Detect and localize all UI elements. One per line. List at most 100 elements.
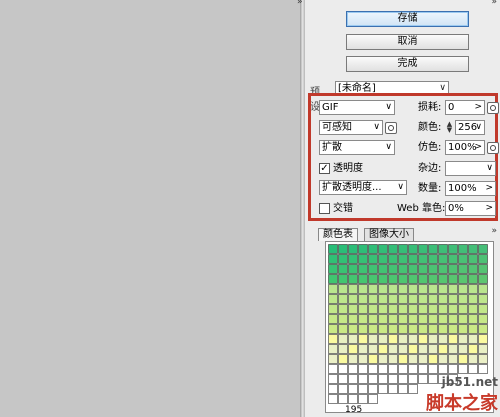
- color-swatch[interactable]: [348, 294, 358, 304]
- color-swatch[interactable]: [388, 374, 398, 384]
- color-swatch[interactable]: [388, 384, 398, 394]
- color-swatch[interactable]: [398, 374, 408, 384]
- lossy-field[interactable]: 0 >: [445, 100, 485, 115]
- color-swatch[interactable]: [338, 304, 348, 314]
- color-swatch[interactable]: [468, 294, 478, 304]
- color-swatch[interactable]: [438, 244, 448, 254]
- color-swatch[interactable]: [378, 374, 388, 384]
- color-swatch[interactable]: [478, 284, 488, 294]
- color-swatch[interactable]: [368, 254, 378, 264]
- color-swatch[interactable]: [338, 324, 348, 334]
- color-swatch[interactable]: [458, 344, 468, 354]
- color-swatch[interactable]: [398, 284, 408, 294]
- color-swatch[interactable]: [348, 284, 358, 294]
- color-swatch[interactable]: [338, 244, 348, 254]
- color-swatch[interactable]: [478, 264, 488, 274]
- color-swatch[interactable]: [448, 284, 458, 294]
- color-swatch[interactable]: [438, 314, 448, 324]
- color-swatch[interactable]: [398, 364, 408, 374]
- color-swatch[interactable]: [428, 344, 438, 354]
- color-swatch[interactable]: [398, 354, 408, 364]
- color-swatch[interactable]: [468, 354, 478, 364]
- color-swatch[interactable]: [418, 314, 428, 324]
- color-swatch[interactable]: [338, 274, 348, 284]
- color-swatch[interactable]: [478, 254, 488, 264]
- color-swatch[interactable]: [438, 274, 448, 284]
- color-swatch[interactable]: [328, 274, 338, 284]
- color-swatch[interactable]: [348, 354, 358, 364]
- color-swatch[interactable]: [378, 304, 388, 314]
- color-swatch[interactable]: [478, 324, 488, 334]
- color-swatch[interactable]: [358, 284, 368, 294]
- color-swatch[interactable]: [358, 364, 368, 374]
- color-swatch[interactable]: [458, 254, 468, 264]
- color-swatch[interactable]: [388, 324, 398, 334]
- color-swatch[interactable]: [378, 254, 388, 264]
- color-swatch[interactable]: [378, 274, 388, 284]
- color-swatch[interactable]: [388, 344, 398, 354]
- color-swatch[interactable]: [458, 264, 468, 274]
- color-swatch[interactable]: [428, 254, 438, 264]
- color-swatch[interactable]: [378, 334, 388, 344]
- color-swatch[interactable]: [458, 324, 468, 334]
- color-swatch[interactable]: [358, 264, 368, 274]
- done-button[interactable]: 完成: [346, 56, 469, 72]
- color-swatch[interactable]: [388, 294, 398, 304]
- color-swatch[interactable]: [448, 264, 458, 274]
- color-swatch[interactable]: [398, 254, 408, 264]
- color-swatch[interactable]: [438, 264, 448, 274]
- color-swatch[interactable]: [348, 314, 358, 324]
- color-swatch[interactable]: [468, 344, 478, 354]
- color-swatch[interactable]: [368, 294, 378, 304]
- color-swatch[interactable]: [388, 274, 398, 284]
- color-swatch[interactable]: [418, 354, 428, 364]
- color-swatch[interactable]: [398, 274, 408, 284]
- color-swatch[interactable]: [408, 324, 418, 334]
- color-swatch[interactable]: [478, 364, 488, 374]
- color-swatch[interactable]: [378, 244, 388, 254]
- color-swatch[interactable]: [428, 354, 438, 364]
- color-swatch[interactable]: [358, 314, 368, 324]
- color-swatch[interactable]: [478, 334, 488, 344]
- color-swatch[interactable]: [348, 254, 358, 264]
- color-swatch[interactable]: [338, 284, 348, 294]
- color-swatch[interactable]: [328, 334, 338, 344]
- color-swatch[interactable]: [398, 244, 408, 254]
- dither-algorithm-select[interactable]: 扩散 ∨: [319, 140, 395, 155]
- color-swatch[interactable]: [448, 364, 458, 374]
- color-swatch[interactable]: [468, 324, 478, 334]
- color-swatch[interactable]: [408, 274, 418, 284]
- color-swatch[interactable]: [328, 294, 338, 304]
- color-swatch[interactable]: [478, 244, 488, 254]
- color-swatch[interactable]: [358, 334, 368, 344]
- color-swatch[interactable]: [408, 384, 418, 394]
- color-swatch[interactable]: [358, 324, 368, 334]
- color-swatch[interactable]: [418, 334, 428, 344]
- color-swatch[interactable]: [408, 304, 418, 314]
- color-swatch[interactable]: [328, 264, 338, 274]
- color-swatch[interactable]: [438, 294, 448, 304]
- color-swatch[interactable]: [368, 384, 378, 394]
- color-swatch[interactable]: [448, 304, 458, 314]
- color-swatch[interactable]: [388, 284, 398, 294]
- color-swatch[interactable]: [388, 244, 398, 254]
- color-swatch[interactable]: [428, 264, 438, 274]
- color-swatch[interactable]: [328, 324, 338, 334]
- color-swatch[interactable]: [428, 324, 438, 334]
- reduction-select[interactable]: 可感知 ∨: [319, 120, 383, 135]
- color-swatch[interactable]: [458, 334, 468, 344]
- color-swatch[interactable]: [328, 254, 338, 264]
- color-swatch[interactable]: [368, 334, 378, 344]
- color-swatch[interactable]: [388, 304, 398, 314]
- color-swatch[interactable]: [388, 364, 398, 374]
- web-snap-field[interactable]: 0% >: [445, 201, 496, 216]
- color-swatch[interactable]: [368, 344, 378, 354]
- color-swatch[interactable]: [448, 294, 458, 304]
- color-swatch[interactable]: [418, 244, 428, 254]
- color-swatch[interactable]: [368, 304, 378, 314]
- color-swatch[interactable]: [378, 344, 388, 354]
- color-swatch[interactable]: [468, 364, 478, 374]
- color-swatch[interactable]: [448, 344, 458, 354]
- color-swatch[interactable]: [408, 284, 418, 294]
- color-swatch[interactable]: [338, 394, 348, 404]
